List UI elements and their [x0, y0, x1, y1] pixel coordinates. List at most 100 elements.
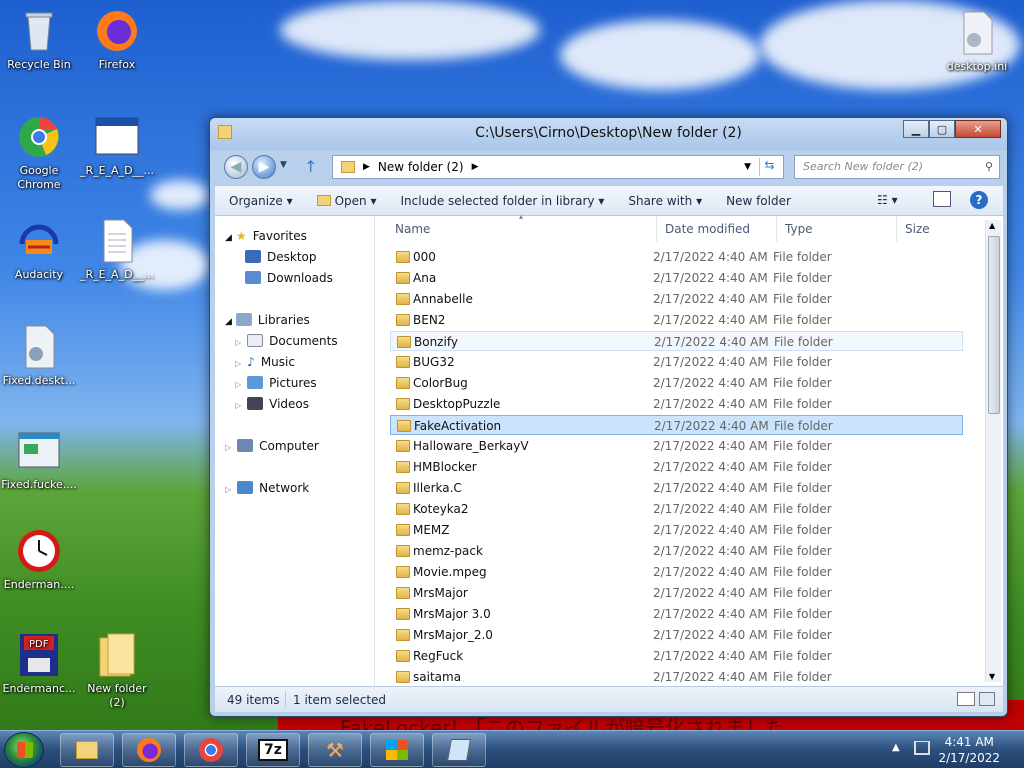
table-row[interactable]: Bonzify 2/17/2022 4:40 AM File folder	[390, 331, 963, 351]
history-dropdown-icon[interactable]: ▼	[280, 160, 287, 170]
nav-computer[interactable]: ▷ Computer	[225, 436, 319, 456]
scrollbar-thumb[interactable]	[988, 236, 1000, 414]
open-button[interactable]: Open ▾	[305, 194, 389, 208]
nav-network[interactable]: ▷ Network	[225, 478, 309, 498]
nav-libraries[interactable]: ◢ Libraries	[225, 310, 310, 330]
desktop-icon-fixed-desktop[interactable]: Fixed.deskt...	[0, 324, 78, 388]
item-count: 49 items	[227, 693, 280, 707]
include-in-library-button[interactable]: Include selected folder in library ▾	[389, 194, 617, 208]
table-row[interactable]: FakeActivation 2/17/2022 4:40 AM File fold…	[390, 415, 963, 435]
desktop-icon-enderman-pdf[interactable]: PDF Endermanc...	[0, 632, 78, 696]
desktop-icon-fixed-app[interactable]: Fixed.fucke....	[0, 428, 78, 492]
search-icon[interactable]: ⚲	[985, 156, 993, 178]
preview-pane-icon[interactable]	[933, 191, 951, 207]
file-type: File folder	[773, 544, 832, 558]
details-view-icon[interactable]	[957, 692, 975, 706]
taskbar-chrome[interactable]	[184, 733, 238, 767]
column-header-name[interactable]: Name	[395, 216, 430, 242]
tiles-view-icon[interactable]	[979, 692, 995, 706]
refresh-icon[interactable]: ⇆	[759, 158, 779, 176]
taskbar-winxp-flag[interactable]	[370, 733, 424, 767]
table-row[interactable]: Koteyka2 2/17/2022 4:40 AM File folder	[390, 499, 963, 519]
forward-button[interactable]: ▶	[252, 155, 276, 179]
nav-music[interactable]: ▷ ♪ Music	[235, 352, 295, 372]
desktop-icon-chrome[interactable]: Google Chrome	[0, 114, 78, 192]
desktop-icon-new-folder-2[interactable]: New folder (2)	[78, 632, 156, 710]
maximize-button[interactable]: ▢	[929, 120, 955, 138]
back-button[interactable]: ◀	[224, 155, 248, 179]
table-row[interactable]: BEN2 2/17/2022 4:40 AM File folder	[390, 310, 963, 330]
scroll-up-icon[interactable]: ▲	[989, 221, 995, 230]
file-name: memz-pack	[413, 544, 483, 558]
title-bar[interactable]: C:\Users\Cirno\Desktop\New folder (2) ▁ …	[210, 118, 1007, 150]
up-arrow-icon[interactable]: ↑	[304, 157, 317, 176]
desktop-icon-audacity[interactable]: Audacity	[0, 218, 78, 282]
table-row[interactable]: Movie.mpeg 2/17/2022 4:40 AM File folder	[390, 562, 963, 582]
desktop-icon-readme-2[interactable]: _R_E_A_D__...	[78, 218, 156, 282]
nav-favorites[interactable]: ◢ ★ Favorites	[225, 226, 307, 246]
file-date: 2/17/2022 4:40 AM	[653, 628, 768, 642]
table-row[interactable]: Halloware_BerkayV 2/17/2022 4:40 AM File f…	[390, 436, 963, 456]
file-list[interactable]: ▴ Name Date modified Type Size 000 2/17/2…	[385, 212, 985, 687]
show-hidden-icons-icon[interactable]: ▲	[892, 742, 900, 753]
taskbar-7zip[interactable]: 7z	[246, 733, 300, 767]
chevron-right-icon[interactable]: ▶	[472, 162, 479, 172]
chevron-right-icon[interactable]: ▶	[363, 162, 370, 172]
column-header-type[interactable]: Type	[776, 216, 813, 242]
nav-documents[interactable]: ▷ Documents	[235, 331, 338, 351]
table-row[interactable]: saitama 2/17/2022 4:40 AM File folder	[390, 667, 963, 687]
search-input[interactable]: Search New folder (2) ⚲	[794, 155, 1000, 179]
nav-videos[interactable]: ▷ Videos	[235, 394, 309, 414]
share-with-button[interactable]: Share with ▾	[616, 194, 714, 208]
organize-button[interactable]: Organize ▾	[215, 194, 305, 208]
table-row[interactable]: Ana 2/17/2022 4:40 AM File folder	[390, 268, 963, 288]
table-row[interactable]: MrsMajor 3.0 2/17/2022 4:40 AM File folder	[390, 604, 963, 624]
table-row[interactable]: DesktopPuzzle 2/17/2022 4:40 AM File folde…	[390, 394, 963, 414]
navigation-pane[interactable]: ◢ ★ Favorites Desktop Downloads ◢ Libraries…	[215, 216, 375, 686]
start-button[interactable]	[4, 732, 44, 768]
nav-desktop[interactable]: Desktop	[245, 247, 317, 267]
table-row[interactable]: memz-pack 2/17/2022 4:40 AM File folder	[390, 541, 963, 561]
desktop-icon-enderman-clock[interactable]: Enderman....	[0, 528, 78, 592]
table-row[interactable]: MrsMajor_2.0 2/17/2022 4:40 AM File folder	[390, 625, 963, 645]
desktop-icon-desktop-ini[interactable]: desktop.ini	[938, 10, 1016, 74]
table-row[interactable]: BUG32 2/17/2022 4:40 AM File folder	[390, 352, 963, 372]
nav-pictures[interactable]: ▷ Pictures	[235, 373, 317, 393]
taskbar-notepad[interactable]	[432, 733, 486, 767]
file-name: Halloware_BerkayV	[413, 439, 529, 453]
explorer-window[interactable]: C:\Users\Cirno\Desktop\New folder (2) ▁ …	[209, 117, 1008, 717]
column-header-date[interactable]: Date modified	[656, 216, 750, 242]
scroll-down-icon[interactable]: ▼	[989, 672, 995, 681]
taskbar-hammer[interactable]: ⚒	[308, 733, 362, 767]
table-row[interactable]: Illerka.C 2/17/2022 4:40 AM File folder	[390, 478, 963, 498]
minimize-button[interactable]: ▁	[903, 120, 929, 138]
address-crumb[interactable]: New folder (2)	[378, 160, 464, 174]
table-row[interactable]: RegFuck 2/17/2022 4:40 AM File folder	[390, 646, 963, 666]
address-dropdown-icon[interactable]: ▼	[744, 162, 751, 172]
network-tray-icon[interactable]	[914, 741, 930, 755]
table-row[interactable]: MrsMajor 2/17/2022 4:40 AM File folder	[390, 583, 963, 603]
system-clock[interactable]: 4:41 AM 2/17/2022	[938, 734, 1000, 766]
table-row[interactable]: Annabelle 2/17/2022 4:40 AM File folder	[390, 289, 963, 309]
table-row[interactable]: ColorBug 2/17/2022 4:40 AM File folder	[390, 373, 963, 393]
new-folder-button[interactable]: New folder	[714, 194, 803, 208]
column-header-size[interactable]: Size	[896, 216, 930, 242]
file-type: File folder	[773, 313, 832, 327]
taskbar-explorer[interactable]	[60, 733, 114, 767]
desktop-icon-firefox[interactable]: Firefox	[78, 8, 156, 72]
help-icon[interactable]: ?	[970, 191, 988, 209]
address-bar[interactable]: ▶ New folder (2) ▶ ▼ ⇆	[332, 155, 784, 179]
taskbar-firefox[interactable]	[122, 733, 176, 767]
file-name: saitama	[413, 670, 462, 684]
file-name: FakeActivation	[414, 419, 502, 433]
table-row[interactable]: 000 2/17/2022 4:40 AM File folder	[390, 247, 963, 267]
desktop-icon-recycle-bin[interactable]: Recycle Bin	[0, 8, 78, 72]
close-button[interactable]: ✕	[955, 120, 1001, 138]
table-row[interactable]: HMBlocker 2/17/2022 4:40 AM File folder	[390, 457, 963, 477]
desktop-icon-readme-1[interactable]: _R_E_A_D__...	[78, 114, 156, 178]
nav-downloads[interactable]: Downloads	[245, 268, 333, 288]
view-options-icon[interactable]: ☷ ▾	[877, 193, 898, 207]
videos-icon	[247, 397, 264, 410]
table-row[interactable]: MEMZ 2/17/2022 4:40 AM File folder	[390, 520, 963, 540]
vertical-scrollbar[interactable]: ▲ ▼	[985, 220, 1001, 682]
